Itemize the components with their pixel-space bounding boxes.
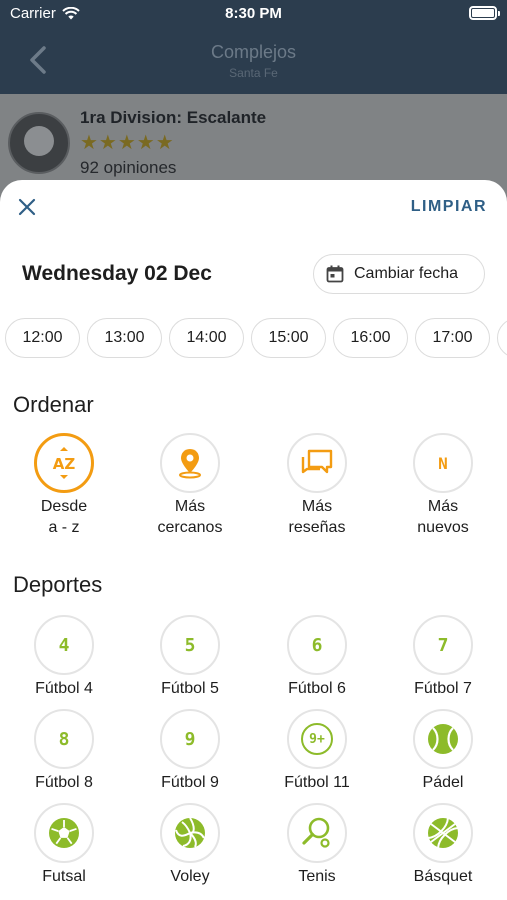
sport-futbol-4[interactable]: 4 Fútbol 4 (9, 615, 119, 699)
status-bar: Carrier 8:30 PM (0, 0, 507, 28)
sport-label: Fútbol 6 (288, 680, 346, 697)
club-name: 1ra Division: Escalante (80, 108, 267, 127)
calendar-icon (326, 265, 344, 283)
sport-label: Fútbol 7 (414, 680, 472, 697)
svg-text:AZ: AZ (53, 455, 76, 473)
sport-tenis[interactable]: Tenis (262, 803, 372, 887)
time-slot-chip[interactable]: 16:00 (333, 318, 408, 358)
sport-padel[interactable]: Pádel (388, 709, 498, 793)
sport-futbol-7[interactable]: 7 Fútbol 7 (388, 615, 498, 699)
time-slot-chip[interactable] (497, 318, 507, 358)
futbol-8-icon: 8 (34, 709, 94, 769)
sport-label: Fútbol 5 (161, 680, 219, 697)
sports-section-title: Deportes (13, 572, 103, 597)
sport-label: Futsal (42, 868, 86, 885)
sport-label: Básquet (413, 868, 473, 885)
sport-label: Tenis (298, 868, 336, 885)
sort-section-title: Ordenar (13, 392, 94, 417)
sport-label: Fútbol 8 (35, 774, 93, 791)
futbol-11-icon: 9+ (287, 709, 347, 769)
az-sort-icon: AZ (34, 433, 94, 493)
battery-icon (469, 6, 500, 20)
time-slot-chip[interactable]: 15:00 (251, 318, 326, 358)
change-date-button[interactable]: Cambiar fecha (313, 254, 485, 294)
futbol-9-icon: 9 (160, 709, 220, 769)
time-slot-chip[interactable]: 17:00 (415, 318, 490, 358)
sort-option-newest[interactable]: N Más nuevos (388, 433, 498, 538)
sort-option-label: Desde a - z (40, 498, 88, 536)
sort-option-az[interactable]: AZ Desde a - z (9, 433, 119, 538)
sort-option-most-reviews[interactable]: Más reseñas (262, 433, 372, 538)
sport-futbol-11[interactable]: 9+ Fútbol 11 (262, 709, 372, 793)
basketball-icon (413, 803, 473, 863)
sport-basquet[interactable]: Básquet (388, 803, 498, 887)
soccer-ball-icon (34, 803, 94, 863)
clear-button[interactable]: LIMPIAR (411, 198, 487, 216)
sport-futbol-8[interactable]: 8 Fútbol 8 (9, 709, 119, 793)
close-icon[interactable] (16, 196, 38, 218)
sport-label: Fútbol 11 (284, 774, 350, 791)
sport-futbol-9[interactable]: 9 Fútbol 9 (135, 709, 245, 793)
sport-futbol-5[interactable]: 5 Fútbol 5 (135, 615, 245, 699)
futbol-7-icon: 7 (413, 615, 473, 675)
clock: 8:30 PM (225, 5, 282, 22)
rating-stars: ★★★★★ (80, 132, 175, 154)
sport-futsal[interactable]: Futsal (9, 803, 119, 887)
change-date-label: Cambiar fecha (354, 265, 459, 282)
sort-option-nearest[interactable]: Más cercanos (135, 433, 245, 538)
sport-label: Fútbol 4 (35, 680, 93, 697)
nav-subtitle: Santa Fe (229, 66, 278, 80)
sport-label: Pádel (422, 774, 464, 791)
nav-title: Complejos (210, 42, 297, 62)
time-slot-chip[interactable]: 14:00 (169, 318, 244, 358)
sport-voley[interactable]: Voley (135, 803, 245, 887)
futbol-5-icon: 5 (160, 615, 220, 675)
sort-option-label: Más cercanos (157, 498, 223, 536)
navigation-bar: Complejos Santa Fe (0, 28, 507, 94)
reviews-chat-icon (287, 433, 347, 493)
futbol-4-icon: 4 (34, 615, 94, 675)
sport-label: Fútbol 9 (161, 774, 219, 791)
selected-date: Wednesday 02 Dec (22, 262, 212, 285)
time-slot-list: 12:00 13:00 14:00 15:00 16:00 17:00 (5, 318, 507, 358)
futbol-6-icon: 6 (287, 615, 347, 675)
volleyball-icon (160, 803, 220, 863)
sort-option-label: Más nuevos (417, 498, 469, 536)
sort-option-label: Más reseñas (288, 498, 346, 536)
club-logo (8, 112, 70, 174)
new-icon: N (413, 433, 473, 493)
location-pin-icon (160, 433, 220, 493)
sport-label: Voley (170, 868, 210, 885)
tennis-racket-icon (287, 803, 347, 863)
time-slot-chip[interactable]: 12:00 (5, 318, 80, 358)
filter-sheet: LIMPIAR Wednesday 02 Dec Cambiar fecha 1… (0, 180, 507, 900)
reviews-count: 92 opiniones (80, 158, 177, 177)
time-slot-chip[interactable]: 13:00 (87, 318, 162, 358)
padel-ball-icon (413, 709, 473, 769)
sport-futbol-6[interactable]: 6 Fútbol 6 (262, 615, 372, 699)
